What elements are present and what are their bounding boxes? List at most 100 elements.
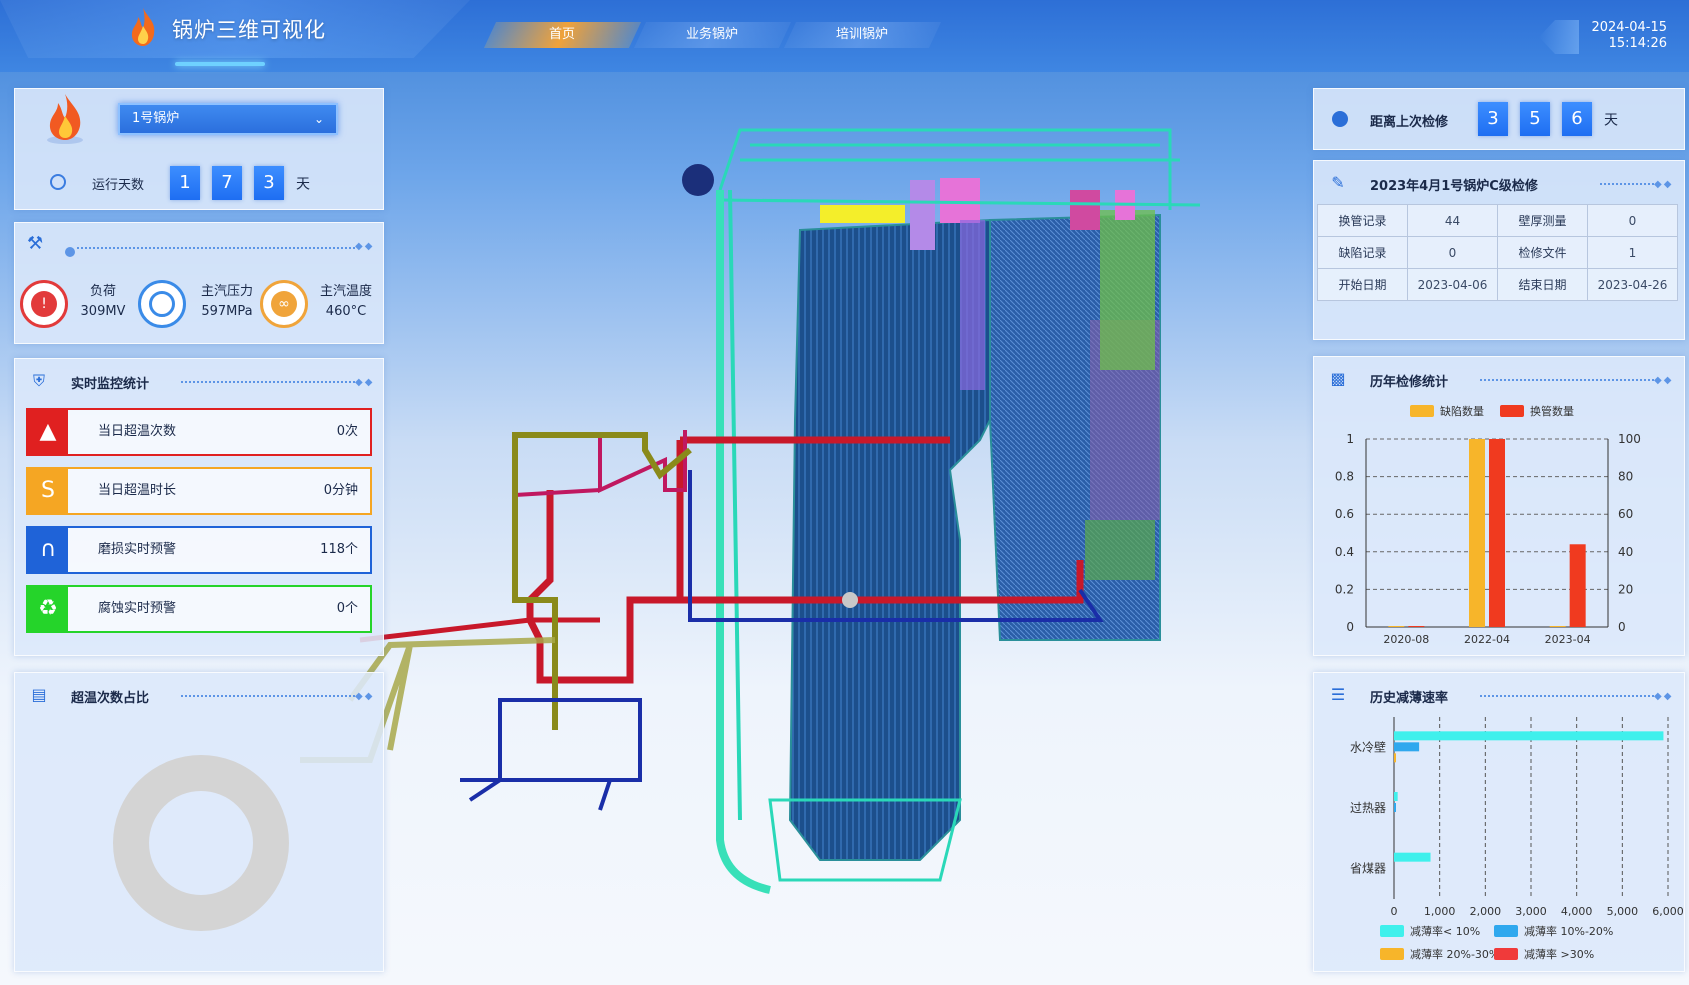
bar — [1394, 742, 1420, 752]
running-days-unit: 天 — [296, 176, 310, 193]
boiler-3d-model[interactable] — [300, 120, 1230, 950]
record-value[interactable]: 44 — [1407, 204, 1498, 237]
record-value[interactable]: 0 — [1407, 236, 1498, 269]
y-left-tick: 1 — [1346, 432, 1354, 446]
divider — [1480, 695, 1654, 697]
bar-chart-icon: ▩ — [1330, 369, 1346, 388]
x-tick: 2,000 — [1470, 905, 1502, 918]
yearly-stats-panel: ▩ 历年检修统计 ◆◆ 缺陷数量 换管数量 0 0.2 0.4 0.6 0.8 1 0 20 40 6… — [1313, 356, 1685, 656]
realtime-title: 实时监控统计 — [71, 377, 150, 392]
record-key: 开始日期 — [1317, 268, 1408, 301]
pressure-gauge-icon — [149, 291, 175, 317]
alarm-label: 腐蚀实时预警 — [98, 601, 177, 616]
running-days-label: 运行天数 — [92, 178, 145, 193]
divider-end: ◆◆ — [355, 691, 375, 702]
title-underline — [175, 62, 265, 66]
bar — [1549, 626, 1566, 627]
load-gauge: ! — [20, 280, 68, 328]
record-value[interactable]: 0 — [1587, 204, 1678, 237]
x-tick: 1,000 — [1424, 905, 1456, 918]
bar — [1394, 792, 1398, 801]
overtemp-donut-chart — [113, 755, 289, 931]
y-left-tick: 0.8 — [1335, 470, 1354, 484]
y-left-tick: 0.2 — [1335, 582, 1354, 596]
pressure-value: 597MPa — [201, 304, 253, 319]
last-maintenance-panel: 距离上次检修 356天 — [1313, 88, 1685, 150]
pressure-label: 主汽压力 — [200, 284, 253, 299]
bar — [1394, 753, 1396, 763]
donut-ring — [113, 755, 289, 931]
shield-icon: ⛨ — [32, 371, 45, 390]
legend-label: 减薄率< 10% — [1410, 924, 1480, 938]
x-tick: 6,000 — [1652, 905, 1684, 918]
maintenance-record-table: 换管记录 44 壁厚测量 0 缺陷记录 0 检修文件 1 开始日期 2023-0… — [1317, 204, 1678, 301]
alarm-wear-warning[interactable]: ∩ 磨损实时预警 118个 — [26, 526, 372, 574]
y-right-tick: 0 — [1618, 620, 1626, 634]
divider-end: ◆◆ — [1654, 375, 1674, 386]
yearly-stats-chart: 缺陷数量 换管数量 0 0.2 0.4 0.6 0.8 1 0 20 40 60 80 100 2020-0… — [1335, 404, 1641, 646]
divider-end: ◆◆ — [1654, 691, 1674, 702]
legend-label: 缺陷数量 — [1440, 404, 1484, 418]
record-value[interactable]: 1 — [1587, 236, 1678, 269]
tab-home[interactable]: 首页 — [483, 22, 642, 48]
thinning-rate-title: 历史减薄速率 — [1370, 691, 1449, 706]
legend-swatch — [1500, 405, 1524, 417]
table-row: 缺陷记录 0 检修文件 1 — [1317, 236, 1678, 269]
bar — [1408, 626, 1425, 627]
y-right-tick: 60 — [1618, 507, 1633, 521]
slider-dot — [65, 247, 75, 257]
tools-icon: ⚒ — [27, 233, 44, 254]
time-text: 15:14:26 — [1608, 36, 1667, 51]
temperature-label: 主汽温度 — [319, 284, 372, 299]
app-header: 锅炉三维可视化 首页 业务锅炉 培训锅炉 2024-04-15 15:14:26 — [0, 0, 1689, 72]
boiler-select-value: 1号锅炉 — [132, 111, 180, 126]
bar — [1394, 852, 1431, 862]
flame-logo-icon — [131, 8, 155, 46]
x-tick: 2023-04 — [1545, 633, 1591, 646]
app-title: 锅炉三维可视化 — [172, 18, 326, 42]
thermometer-icon: ∞ — [271, 291, 297, 317]
maintenance-days-digit: 5 — [1520, 102, 1550, 136]
tab-business-boiler[interactable]: 业务锅炉 — [633, 22, 792, 48]
boiler-select[interactable]: 1号锅炉 ⌄ — [118, 103, 338, 135]
y-tick: 水冷壁 — [1350, 739, 1386, 754]
legend-label: 换管数量 — [1530, 404, 1574, 418]
pressure-gauge — [138, 280, 186, 328]
alarm-value: 0个 — [336, 601, 358, 616]
running-days-digit: 7 — [212, 166, 242, 200]
tab-training-boiler[interactable]: 培训锅炉 — [783, 22, 942, 48]
thinning-rate-chart: 0 1,000 2,000 3,000 4,000 5,000 6,000 水冷壁过热器省煤器… — [1350, 717, 1684, 961]
record-value: 2023-04-06 — [1407, 268, 1498, 301]
siren-icon: ▲ — [28, 410, 68, 454]
clock-icon — [1332, 111, 1348, 127]
legend-label: 减薄率 20%-30% — [1410, 947, 1499, 961]
maintenance-record-title: 2023年4月1号锅炉C级检修 — [1370, 179, 1538, 194]
y-right-tick: 20 — [1618, 582, 1633, 596]
datetime: 2024-04-15 15:14:26 — [1547, 20, 1667, 56]
record-key: 缺陷记录 — [1317, 236, 1408, 269]
pressure-gauge-text: 主汽压力 597MPa — [192, 282, 262, 322]
running-days-digit: 3 — [254, 166, 284, 200]
y-right-tick: 40 — [1618, 545, 1633, 559]
temperature-gauge-text: 主汽温度 460°C — [314, 282, 378, 322]
alarm-corrosion-warning[interactable]: ♻ 腐蚀实时预警 0个 — [26, 585, 372, 633]
alarm-overtemp-count[interactable]: ▲ 当日超温次数 0次 — [26, 408, 372, 456]
load-value: 309MV — [80, 304, 126, 319]
x-tick: 4,000 — [1561, 905, 1593, 918]
bar — [1394, 803, 1396, 812]
alarm-value: 118个 — [320, 542, 358, 557]
legend-swatch — [1410, 405, 1434, 417]
alarm-overtemp-duration[interactable]: S 当日超温时长 0分钟 — [26, 467, 372, 515]
thinning-rate-panel: ☰ 历史减薄速率 ◆◆ 0 1,000 2,000 3,000 4,000 5,000 6,… — [1313, 672, 1685, 972]
divider — [181, 695, 355, 697]
divider — [77, 247, 355, 249]
overtemp-ratio-title: 超温次数占比 — [71, 691, 150, 706]
divider-end: ◆◆ — [355, 377, 375, 388]
table-row: 换管记录 44 壁厚测量 0 — [1317, 204, 1678, 237]
legend-label: 减薄率 10%-20% — [1524, 924, 1613, 938]
wear-icon: ∩ — [28, 528, 68, 572]
table-row: 开始日期 2023-04-06 结束日期 2023-04-26 — [1317, 268, 1678, 301]
corrosion-icon: ♻ — [28, 587, 68, 631]
divider-end: ◆◆ — [355, 241, 375, 252]
chevron-down-icon: ⌄ — [313, 112, 324, 126]
